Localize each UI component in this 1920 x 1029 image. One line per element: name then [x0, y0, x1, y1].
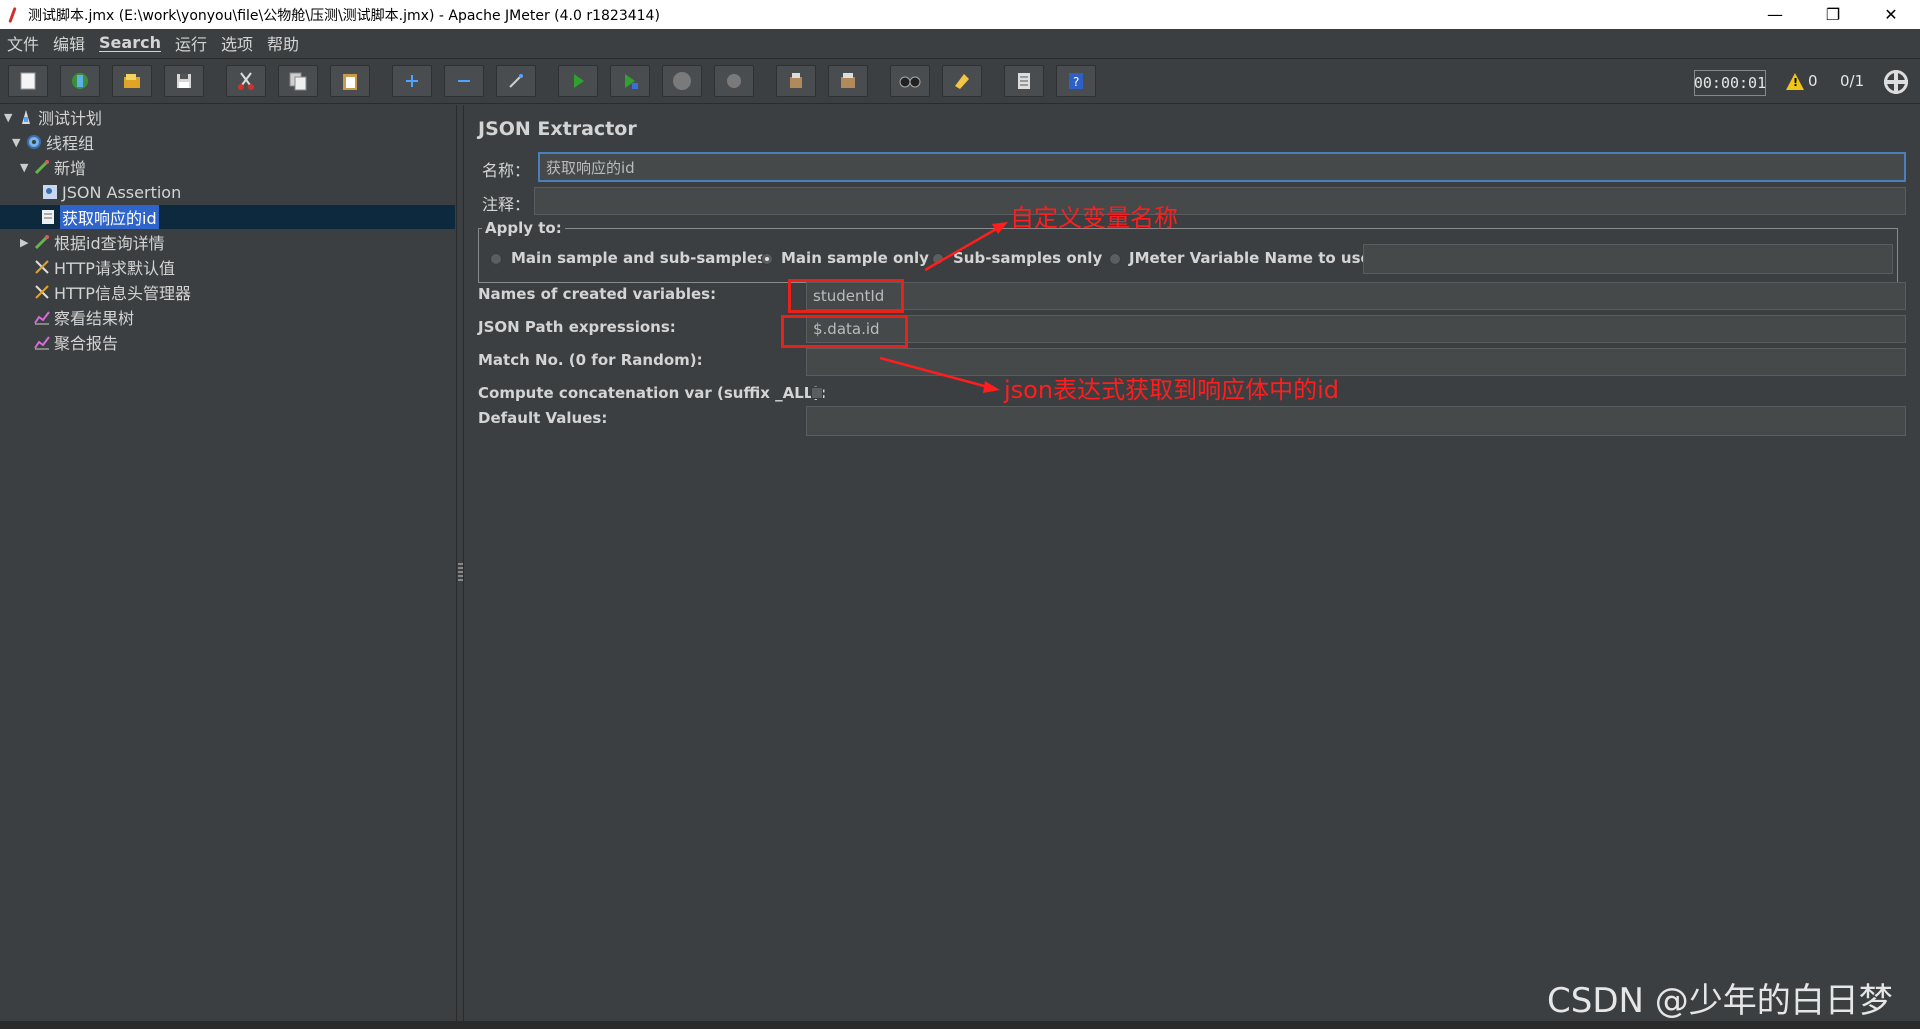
annotation-arrows — [879, 222, 1008, 393]
status-bar — [0, 1021, 1920, 1029]
arrow-head-json-path — [983, 381, 1000, 393]
arrow-line-json-path — [879, 356, 989, 389]
annotation-json-path: json表达式获取到响应体中的id — [1004, 376, 1339, 404]
csdn-watermark: CSDN @少年的白日梦 — [1547, 981, 1893, 1021]
arrow-head-variable — [992, 222, 1008, 234]
arrow-line-variable — [924, 226, 999, 272]
annotation-variable-name: 自定义变量名称 — [1010, 204, 1178, 232]
